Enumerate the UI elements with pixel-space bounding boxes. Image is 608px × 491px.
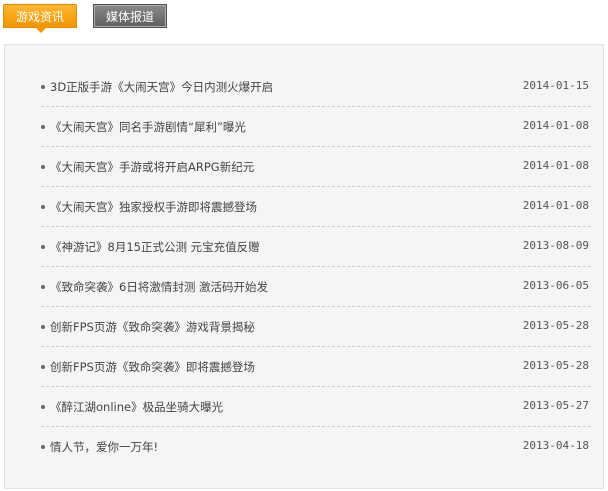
news-item: 3D正版手游《大闹天宫》今日内测火爆开启 2014-01-15 — [41, 67, 591, 107]
bullet-icon — [41, 365, 45, 369]
news-date: 2013-08-09 — [522, 239, 589, 252]
news-title-link[interactable]: 《大闹天宫》独家授权手游即将震撼登场 — [50, 199, 257, 215]
active-tab-pointer — [35, 27, 47, 33]
bullet-icon — [41, 245, 45, 249]
news-date: 2013-06-05 — [522, 279, 589, 292]
tab-media-reports-label: 媒体报道 — [105, 10, 154, 24]
news-item: 《大闹天宫》独家授权手游即将震撼登场 2014-01-08 — [41, 187, 591, 227]
bullet-icon — [41, 205, 45, 209]
news-date: 2014-01-15 — [522, 79, 589, 92]
news-title-link[interactable]: 《醉江湖online》极品坐骑大曝光 — [50, 399, 223, 415]
news-date: 2013-05-28 — [522, 319, 589, 332]
news-title-link[interactable]: 创新FPS页游《致命突袭》即将震撼登场 — [50, 359, 255, 375]
news-item: 《醉江湖online》极品坐骑大曝光 2013-05-27 — [41, 387, 591, 427]
news-title-link[interactable]: 创新FPS页游《致命突袭》游戏背景揭秘 — [50, 319, 255, 335]
news-item: 《致命突袭》6日将激情封测 激活码开始发 2013-06-05 — [41, 267, 591, 307]
tab-media-reports[interactable]: 媒体报道 — [93, 4, 167, 28]
tab-game-news-label: 游戏资讯 — [15, 10, 64, 24]
news-title-link[interactable]: 情人节，爱你一万年! — [50, 439, 158, 455]
news-item: 《大闹天宫》手游或将开启ARPG新纪元 2014-01-08 — [41, 147, 591, 187]
news-title-link[interactable]: 3D正版手游《大闹天宫》今日内测火爆开启 — [50, 79, 273, 95]
bullet-icon — [41, 285, 45, 289]
news-item: 《大闹天宫》同名手游剧情“犀利”曝光 2014-01-08 — [41, 107, 591, 147]
bullet-icon — [41, 125, 45, 129]
bullet-icon — [41, 85, 45, 89]
news-item: 创新FPS页游《致命突袭》游戏背景揭秘 2013-05-28 — [41, 307, 591, 347]
news-date: 2013-05-27 — [522, 399, 589, 412]
news-date: 2013-04-18 — [522, 439, 589, 452]
news-list: 3D正版手游《大闹天宫》今日内测火爆开启 2014-01-15 《大闹天宫》同名… — [41, 67, 591, 467]
news-title-link[interactable]: 《大闹天宫》手游或将开启ARPG新纪元 — [50, 159, 254, 175]
news-date: 2014-01-08 — [522, 159, 589, 172]
bullet-icon — [41, 165, 45, 169]
news-title-link[interactable]: 《大闹天宫》同名手游剧情“犀利”曝光 — [50, 119, 246, 135]
news-item: 情人节，爱你一万年! 2013-04-18 — [41, 427, 591, 467]
news-date: 2013-05-28 — [522, 359, 589, 372]
news-date: 2014-01-08 — [522, 199, 589, 212]
news-item: 《神游记》8月15正式公测 元宝充值反赠 2013-08-09 — [41, 227, 591, 267]
news-title-link[interactable]: 《致命突袭》6日将激情封测 激活码开始发 — [50, 279, 268, 295]
bullet-icon — [41, 405, 45, 409]
bullet-icon — [41, 325, 45, 329]
news-panel: 3D正版手游《大闹天宫》今日内测火爆开启 2014-01-15 《大闹天宫》同名… — [4, 44, 604, 489]
tab-bar: 游戏资讯 媒体报道 — [0, 0, 608, 34]
news-date: 2014-01-08 — [522, 119, 589, 132]
bullet-icon — [41, 445, 45, 449]
news-title-link[interactable]: 《神游记》8月15正式公测 元宝充值反赠 — [50, 239, 260, 255]
tab-game-news[interactable]: 游戏资讯 — [3, 4, 77, 33]
news-item: 创新FPS页游《致命突袭》即将震撼登场 2013-05-28 — [41, 347, 591, 387]
